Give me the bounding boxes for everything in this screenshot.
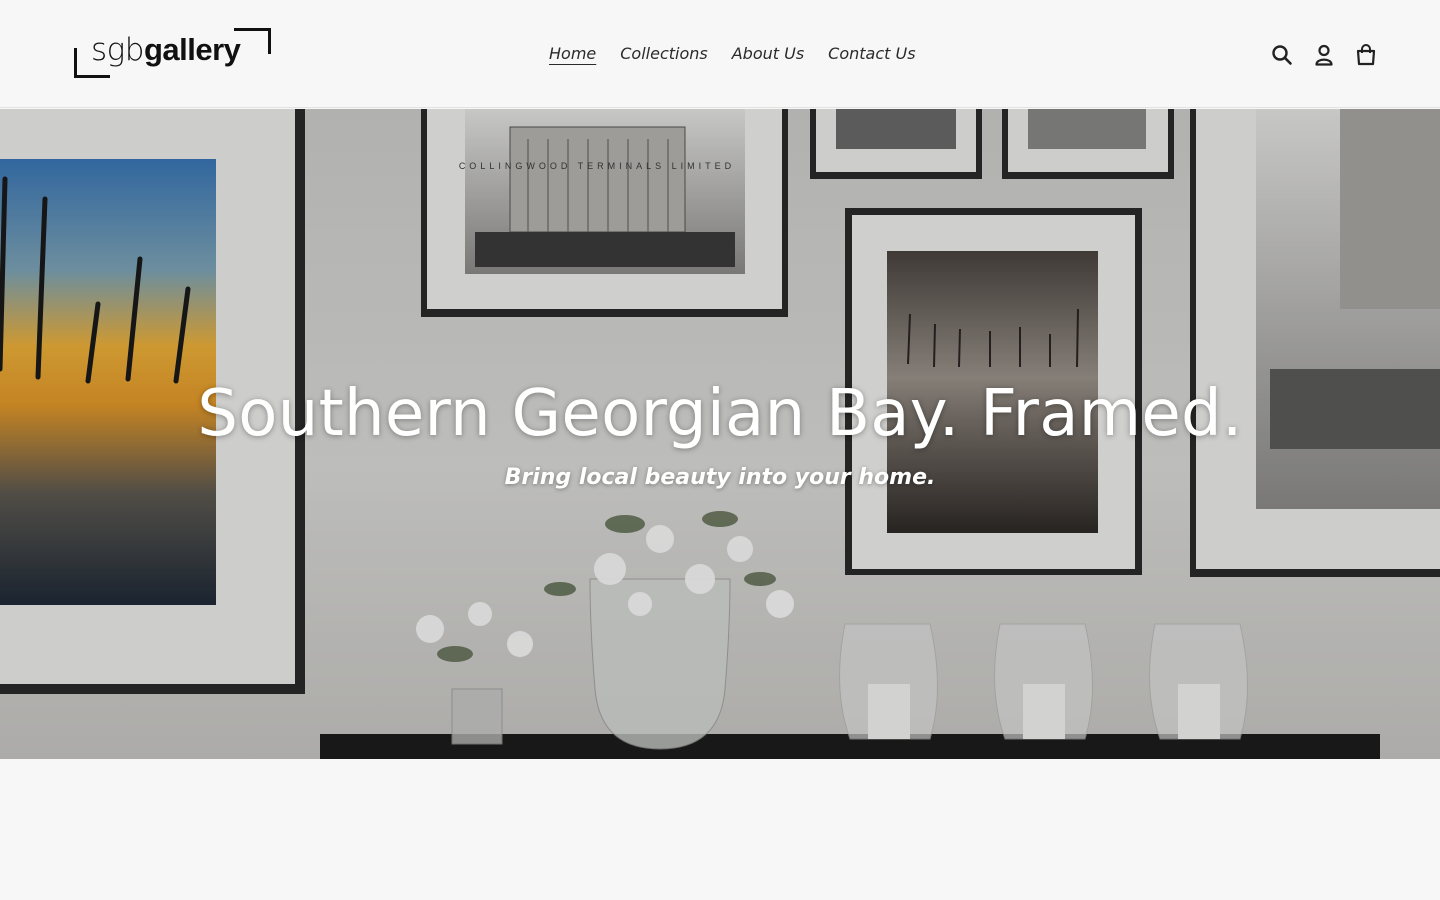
logo-wordmark: sgbgallery [91,32,241,68]
hero-subtitle: Bring local beauty into your home. [504,465,936,490]
search-icon [1272,45,1292,65]
nav-link-home[interactable]: Home [549,44,596,63]
nav-link-contact-us[interactable]: Contact Us [828,44,915,63]
nav-link-collections[interactable]: Collections [620,44,707,63]
logo-text-bold: gallery [143,32,241,67]
site-logo[interactable]: sgbgallery [72,26,274,82]
search-button[interactable] [1270,42,1294,68]
logo-text-thin: sgb [91,32,144,68]
nav-link-about-us[interactable]: About Us [732,44,804,63]
header-icons [1270,42,1378,68]
site-header: sgbgallery Home Collections About Us Con… [0,0,1440,108]
hero-title: Southern Georgian Bay. Framed. [197,377,1243,451]
cart-button[interactable] [1354,42,1378,68]
account-icon [1315,44,1333,66]
cart-icon [1356,44,1376,66]
account-button[interactable] [1312,42,1336,68]
main-nav: Home Collections About Us Contact Us [549,44,916,63]
hero-banner: COLLINGWOOD TERMINALS LIMITED Southern G… [0,109,1440,759]
